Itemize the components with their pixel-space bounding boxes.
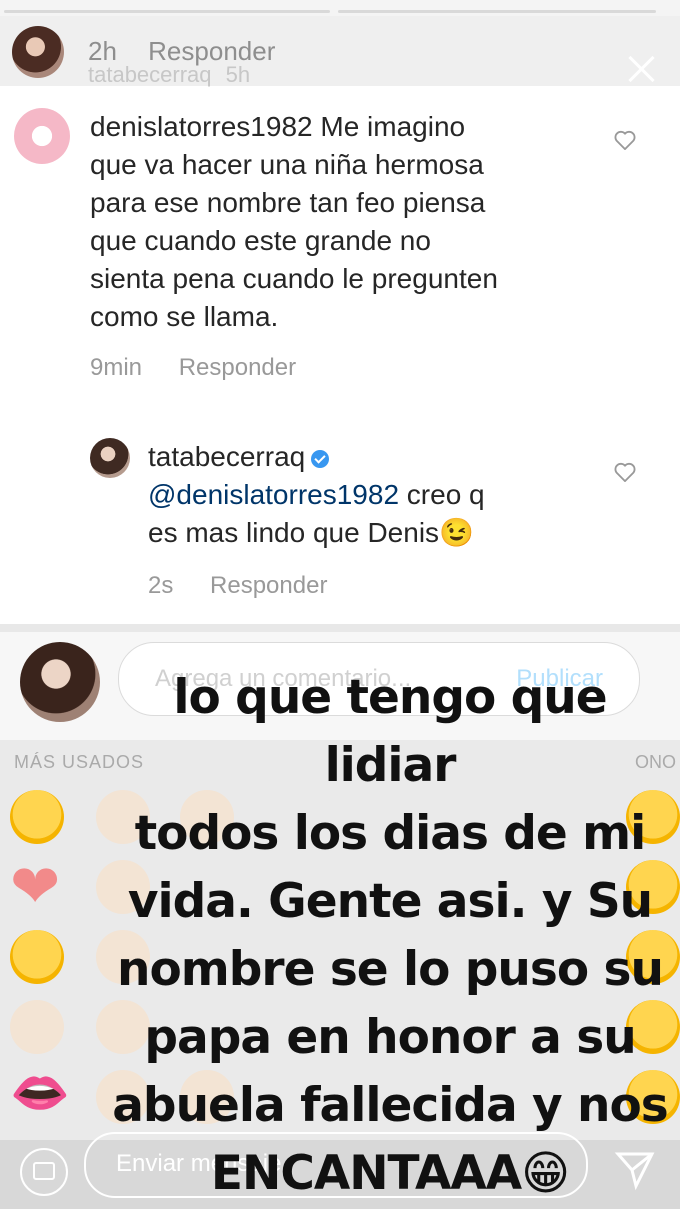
emoji-icon[interactable] (10, 1000, 64, 1054)
heart-eyes-emoji-icon[interactable] (10, 930, 64, 984)
story-username[interactable]: tatabecerraq (88, 62, 212, 87)
comment-line: para ese nombre tan feo piensa (90, 187, 486, 218)
reply-avatar[interactable] (90, 438, 130, 478)
reply-text: tatabecerraq @denislatorres1982 creo q e… (148, 438, 588, 552)
overlay-line: vida. Gente asi. y Su (127, 874, 653, 929)
overlay-line: lo que tengo que lidiar (173, 670, 607, 793)
reply-meta: 2s Responder (148, 572, 357, 600)
lips-emoji-icon[interactable] (10, 1064, 70, 1124)
reply-button[interactable]: Responder (179, 354, 296, 381)
mention-link[interactable]: @denislatorres1982 (148, 479, 399, 510)
laughing-emoji-icon[interactable] (10, 790, 64, 844)
story-header: 2h Responder tatabecerraq 5h (0, 16, 680, 87)
divider (0, 624, 680, 632)
comment-line: que cuando este grande no (90, 225, 431, 256)
heart-emoji-icon[interactable] (10, 852, 64, 922)
overlay-line: nombre se lo puso su (117, 942, 664, 997)
reply-line: es mas lindo que Denis (148, 517, 440, 548)
reply-username[interactable]: tatabecerraq (148, 441, 305, 472)
comment-line: denislatorres1982 Me imagino (90, 111, 466, 142)
comment-meta: 9min Responder (90, 354, 326, 382)
close-icon[interactable] (626, 54, 656, 84)
overlay-line: ENCANTAAA😁 (210, 1146, 570, 1201)
overlay-line: papa en honor a su (144, 1010, 636, 1065)
current-user-avatar (20, 642, 100, 722)
reply-button[interactable]: Responder (210, 572, 327, 599)
comment-line: sienta pena cuando le pregunten (90, 263, 498, 294)
overlay-line: abuela fallecida y nos (112, 1078, 669, 1133)
story-user-line: tatabecerraq 5h (88, 62, 250, 88)
verified-badge-icon (311, 449, 330, 468)
story-text-overlay: lo que tengo que lidiar todos los dias d… (110, 664, 670, 1208)
like-heart-icon[interactable] (614, 462, 636, 483)
commenter-avatar[interactable] (14, 108, 70, 164)
comment-time: 9min (90, 354, 143, 381)
progress-segment (338, 10, 656, 13)
story-avatar[interactable] (12, 26, 64, 78)
overlay-line: todos los dias de mi (134, 806, 647, 861)
camera-icon[interactable] (20, 1148, 68, 1196)
reply-line: creo q (399, 479, 485, 510)
comment-line: que va hacer una niña hermosa (90, 149, 484, 180)
like-heart-icon[interactable] (614, 130, 636, 151)
reply-time: 2s (148, 572, 174, 599)
progress-segment (4, 10, 330, 13)
previous-comment-meta: 2h Responder tatabecerraq 5h (88, 36, 275, 87)
wink-emoji: 😉 (439, 517, 474, 548)
story-posted-ago: 5h (225, 62, 251, 87)
comment-text: denislatorres1982 Me imagino que va hace… (90, 108, 610, 336)
comment-line: como se llama. (90, 301, 279, 332)
